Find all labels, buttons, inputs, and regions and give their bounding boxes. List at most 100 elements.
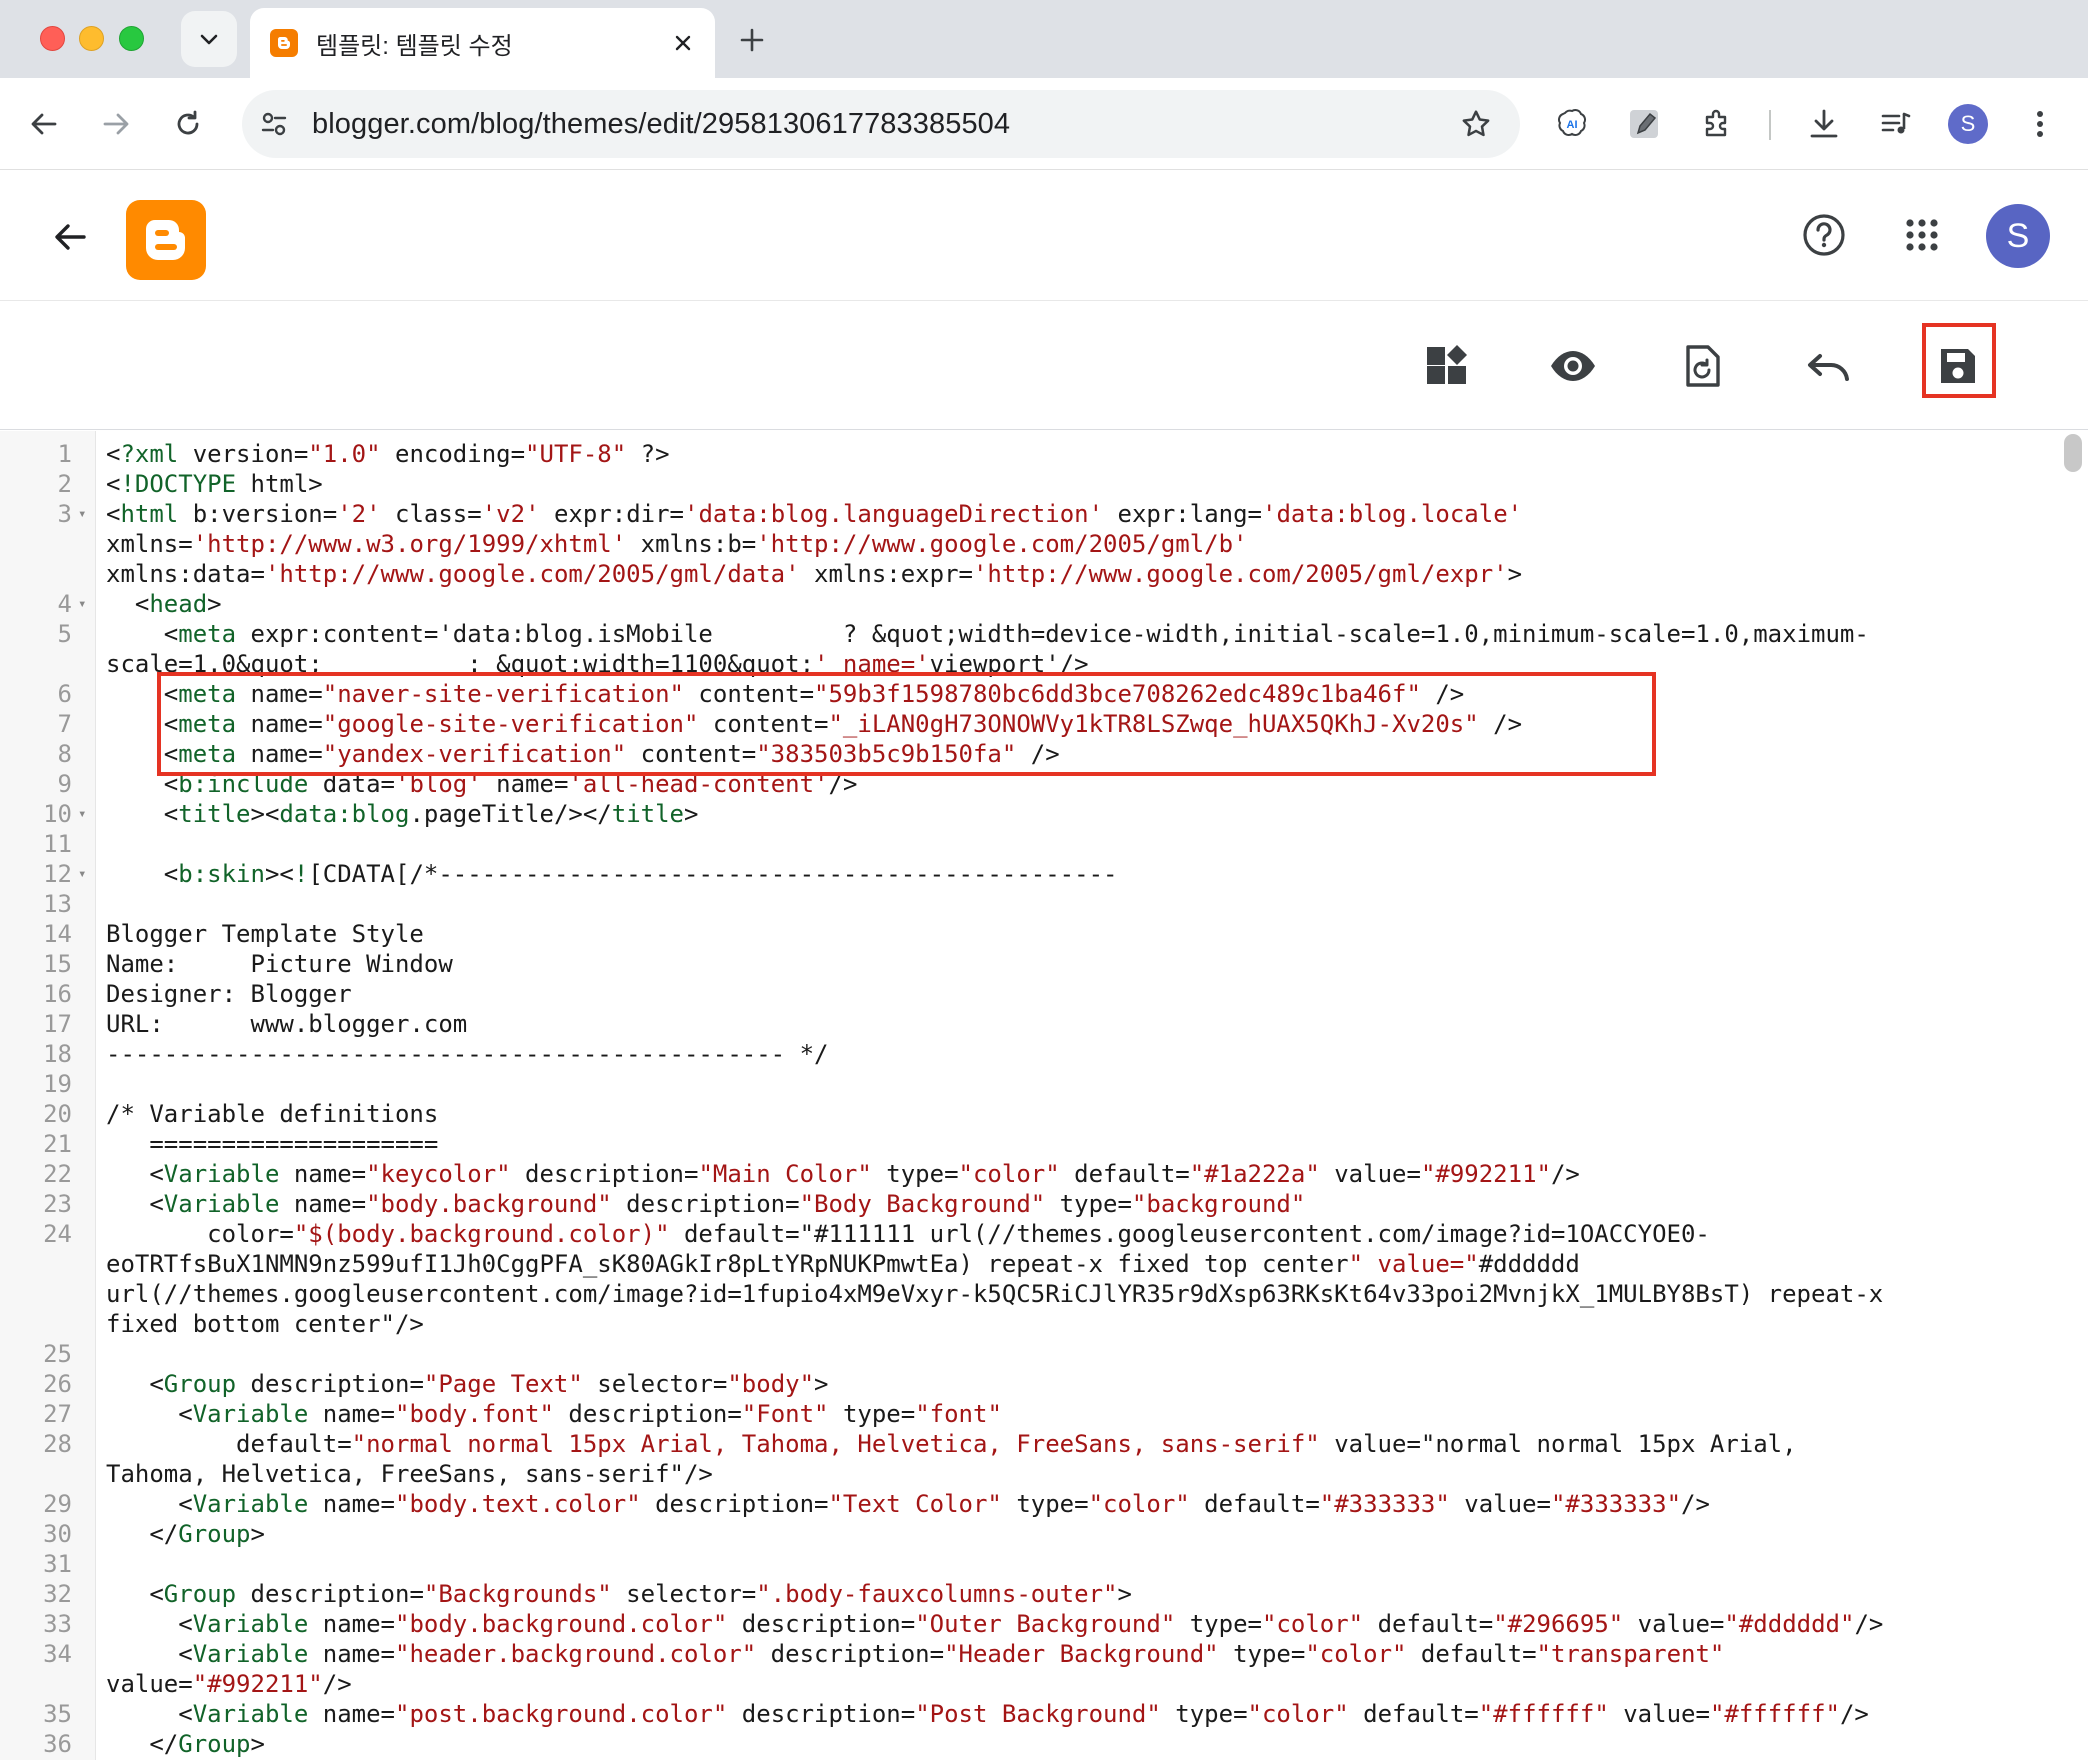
code-line[interactable]: 11: [0, 829, 2060, 859]
code-line[interactable]: 21 ====================: [0, 1129, 2060, 1159]
code-line[interactable]: 25: [0, 1339, 2060, 1369]
site-info-icon[interactable]: [256, 106, 292, 142]
code-line[interactable]: 5 <meta expr:content='data:blog.isMobile…: [0, 619, 2060, 649]
line-number: 7: [57, 710, 72, 738]
blogger-header: S: [0, 171, 2088, 301]
code-text: </Group>: [106, 1730, 265, 1758]
browser-menu-button[interactable]: [2016, 100, 2064, 148]
code-line[interactable]: 26 <Group description="Page Text" select…: [0, 1369, 2060, 1399]
line-number: 9: [57, 770, 72, 798]
line-number: 18: [43, 1040, 72, 1068]
line-number: 24: [43, 1220, 72, 1248]
code-lines[interactable]: 1 <?xml version="1.0" encoding="UTF-8" ?>…: [0, 439, 2060, 1759]
apps-button[interactable]: [1894, 207, 1950, 263]
code-line[interactable]: 14 Blogger Template Style: [0, 919, 2060, 949]
window-close-button[interactable]: [40, 26, 65, 51]
code-line[interactable]: xmlns:data='http://www.google.com/2005/g…: [0, 559, 2060, 589]
editor-action-bar: [0, 302, 2088, 430]
code-line[interactable]: 28 default="normal normal 15px Arial, Ta…: [0, 1429, 2060, 1459]
address-bar[interactable]: blogger.com/blog/themes/edit/29581306177…: [242, 90, 1520, 158]
line-number: 23: [43, 1190, 72, 1218]
code-line[interactable]: 23 <Variable name="body.background" desc…: [0, 1189, 2060, 1219]
back-button[interactable]: [44, 211, 96, 263]
account-avatar[interactable]: S: [1986, 204, 2050, 268]
code-line[interactable]: 19: [0, 1069, 2060, 1099]
code-line[interactable]: 20 /* Variable definitions: [0, 1099, 2060, 1129]
code-line[interactable]: 15 Name: Picture Window: [0, 949, 2060, 979]
code-line[interactable]: 4 ▾ <head>: [0, 589, 2060, 619]
url-text[interactable]: blogger.com/blog/themes/edit/29581306177…: [312, 108, 1454, 141]
code-line[interactable]: 2 <!DOCTYPE html>: [0, 469, 2060, 499]
code-line[interactable]: 36 </Group>: [0, 1729, 2060, 1759]
bookmark-star-button[interactable]: [1454, 102, 1498, 146]
fold-toggle-icon[interactable]: ▾: [78, 859, 86, 889]
code-line[interactable]: 24 color="$(body.background.color)" defa…: [0, 1219, 2060, 1249]
code-line[interactable]: 33 <Variable name="body.background.color…: [0, 1609, 2060, 1639]
line-number: 5: [57, 620, 72, 648]
code-line[interactable]: 31: [0, 1549, 2060, 1579]
fold-toggle-icon[interactable]: ▾: [78, 589, 86, 619]
code-line[interactable]: url(//themes.googleusercontent.com/image…: [0, 1279, 2060, 1309]
tab-search-button[interactable]: [181, 11, 237, 67]
code-line[interactable]: fixed bottom center"/>: [0, 1309, 2060, 1339]
code-text: </Group>: [106, 1520, 265, 1548]
fold-toggle-icon[interactable]: ▾: [78, 499, 86, 529]
browser-tab-active[interactable]: 템플릿: 템플릿 수정: [250, 8, 715, 78]
code-line[interactable]: Tahoma, Helvetica, FreeSans, sans-serif"…: [0, 1459, 2060, 1489]
arrow-left-icon: [31, 113, 57, 135]
browser-forward-button[interactable]: [92, 100, 140, 148]
arrow-right-icon: [103, 113, 129, 135]
profile-button[interactable]: S: [1944, 100, 1992, 148]
code-text: <Variable name="body.text.color" descrip…: [106, 1490, 1710, 1518]
browser-back-button[interactable]: [20, 100, 68, 148]
blogger-logo[interactable]: [126, 200, 206, 280]
arrow-left-icon: [55, 224, 86, 250]
editor-scrollbar-thumb[interactable]: [2064, 434, 2082, 472]
media-control-button[interactable]: [1872, 100, 1920, 148]
code-line[interactable]: 10 ▾ <title><data:blog.pageTitle/></title…: [0, 799, 2060, 829]
code-line[interactable]: 22 <Variable name="keycolor" description…: [0, 1159, 2060, 1189]
code-line[interactable]: 18 --------------------------------------…: [0, 1039, 2060, 1069]
format-button[interactable]: [1670, 334, 1734, 398]
fold-toggle-icon[interactable]: ▾: [78, 799, 86, 829]
window-zoom-button[interactable]: [119, 26, 144, 51]
line-number: 26: [43, 1370, 72, 1398]
line-number: 17: [43, 1010, 72, 1038]
code-line[interactable]: xmlns='http://www.w3.org/1999/xhtml' xml…: [0, 529, 2060, 559]
tab-close-button[interactable]: [663, 23, 703, 63]
code-line[interactable]: 17 URL: www.blogger.com: [0, 1009, 2060, 1039]
window-minimize-button[interactable]: [79, 26, 104, 51]
code-line[interactable]: 3 ▾ <html b:version='2' class='v2' expr:di…: [0, 499, 2060, 529]
code-text: xmlns:data='http://www.google.com/2005/g…: [106, 560, 1523, 588]
line-number: 12: [43, 860, 72, 888]
code-text: <Variable name="body.font" description="…: [106, 1400, 1002, 1428]
code-line[interactable]: 29 <Variable name="body.text.color" desc…: [0, 1489, 2060, 1519]
line-number: 11: [43, 830, 72, 858]
downloads-button[interactable]: [1800, 100, 1848, 148]
browser-reload-button[interactable]: [164, 100, 212, 148]
code-line[interactable]: 30 </Group>: [0, 1519, 2060, 1549]
code-line[interactable]: 13: [0, 889, 2060, 919]
jump-to-widget-button[interactable]: [1414, 334, 1478, 398]
pen-extension-button[interactable]: [1620, 100, 1668, 148]
code-line[interactable]: value="#992211"/>: [0, 1669, 2060, 1699]
preview-button[interactable]: [1541, 334, 1605, 398]
code-line[interactable]: 1 <?xml version="1.0" encoding="UTF-8" ?>: [0, 439, 2060, 469]
code-line[interactable]: 12 ▾ <b:skin><![CDATA[/*-----------------…: [0, 859, 2060, 889]
ai-extension-button[interactable]: AI: [1548, 100, 1596, 148]
puzzle-icon: [1705, 109, 1727, 137]
code-text: <Variable name="post.background.color" d…: [106, 1700, 1869, 1728]
extensions-button[interactable]: [1694, 100, 1742, 148]
code-text: <Group description="Page Text" selector=…: [106, 1370, 829, 1398]
undo-button[interactable]: [1797, 334, 1861, 398]
code-editor[interactable]: 1 <?xml version="1.0" encoding="UTF-8" ?>…: [0, 431, 2088, 1760]
code-line[interactable]: eoTRTfsBuX1NMN9nz599ufI1Jh0CggPFA_sK80AG…: [0, 1249, 2060, 1279]
code-line[interactable]: 32 <Group description="Backgrounds" sele…: [0, 1579, 2060, 1609]
help-button[interactable]: [1796, 207, 1852, 263]
code-line[interactable]: 27 <Variable name="body.font" descriptio…: [0, 1399, 2060, 1429]
code-line[interactable]: 35 <Variable name="post.background.color…: [0, 1699, 2060, 1729]
code-line[interactable]: 34 <Variable name="header.background.col…: [0, 1639, 2060, 1669]
code-text: <title><data:blog.pageTitle/></title>: [106, 800, 699, 828]
new-tab-button[interactable]: [730, 18, 774, 62]
code-line[interactable]: 16 Designer: Blogger: [0, 979, 2060, 1009]
